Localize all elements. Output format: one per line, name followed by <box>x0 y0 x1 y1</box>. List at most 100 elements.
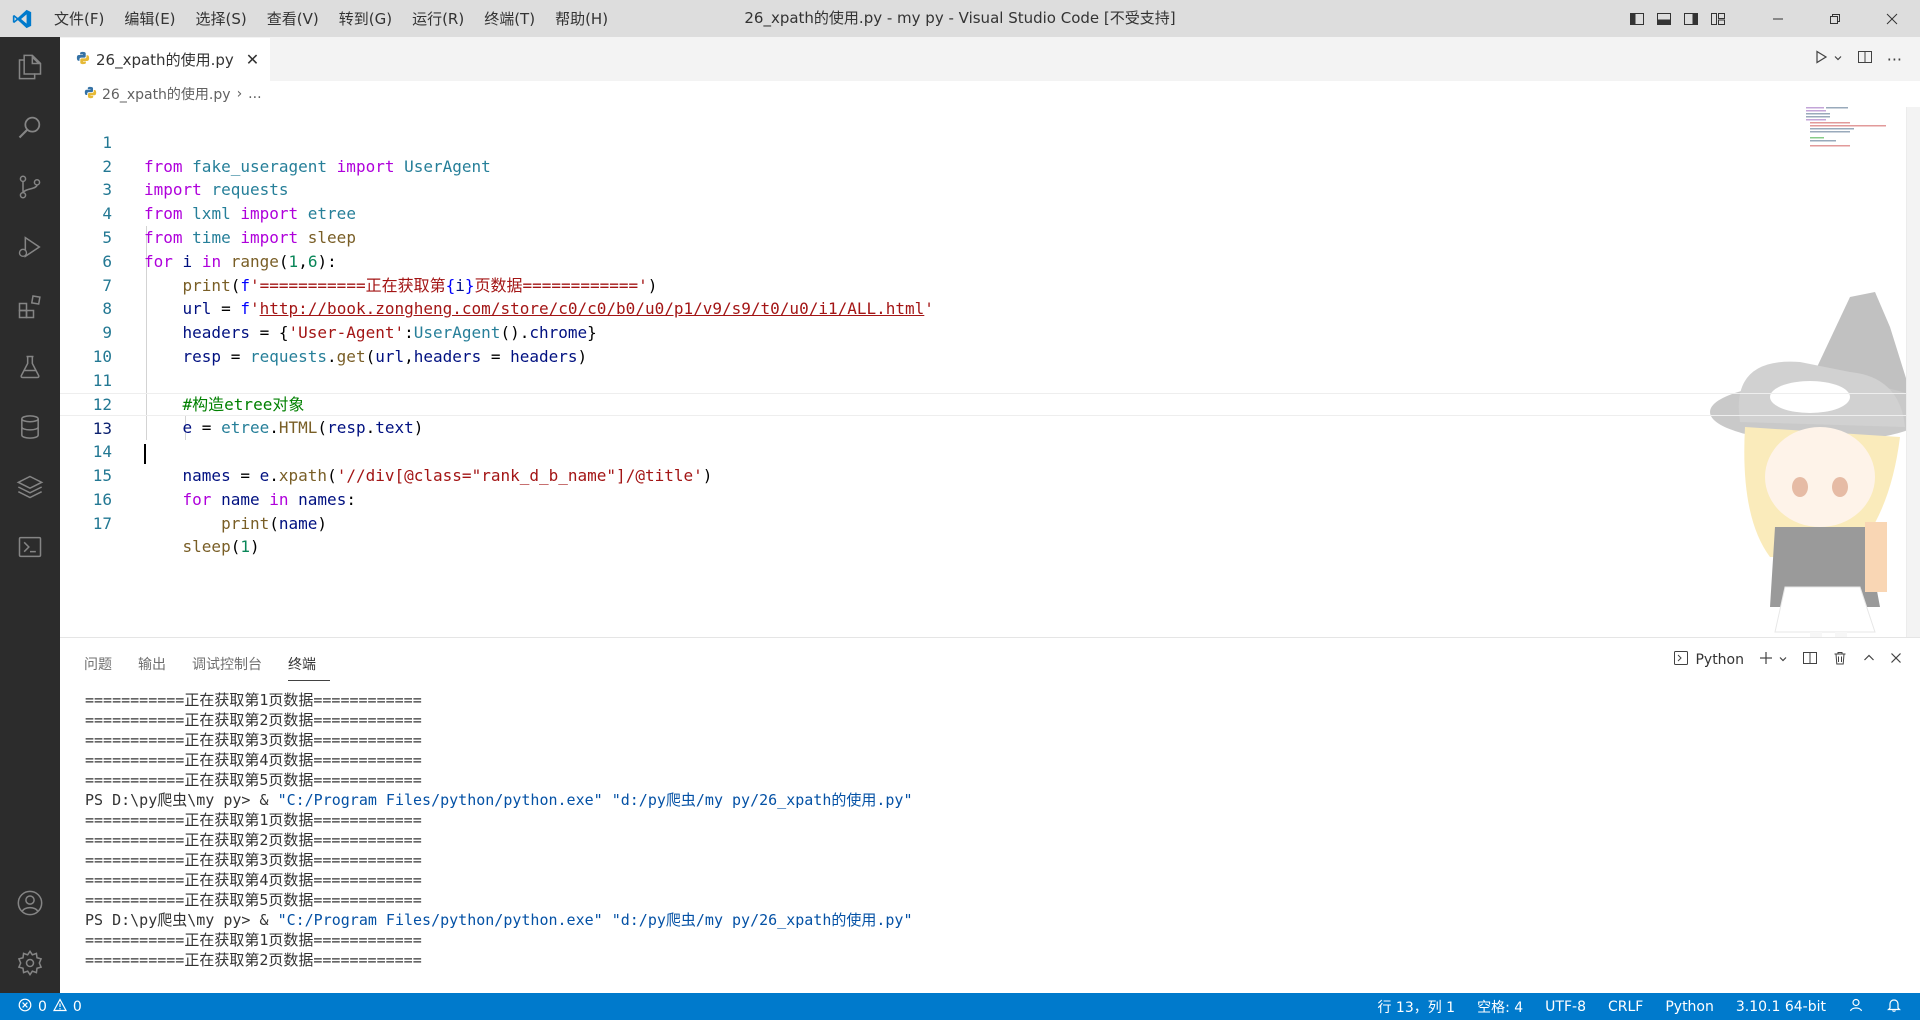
menu-view[interactable]: 查看(V) <box>257 6 329 32</box>
terminal-line: ===========正在获取第5页数据============ <box>85 771 422 789</box>
code-line[interactable]: 10 <box>60 321 1920 366</box>
editor-actions: ··· <box>1813 37 1902 81</box>
code-line[interactable]: 9 resp = requests.get(url,headers = head… <box>60 297 1920 366</box>
code-line[interactable]: 15 for name in names: <box>60 440 1920 509</box>
code-line[interactable]: 14 names = e.xpath('//div[@class="rank_d… <box>60 416 1920 485</box>
status-bar: 0 0 行 13，列 1 空格: 4 UTF-8 CRLF Python 3.1… <box>0 993 1920 1020</box>
terminal-icon <box>1673 650 1689 670</box>
explorer-icon[interactable] <box>0 37 60 97</box>
terminal-line: ===========正在获取第3页数据============ <box>85 731 422 749</box>
code-line[interactable]: 17 sleep(1) <box>60 488 1920 557</box>
extensions-icon[interactable] <box>0 277 60 337</box>
panel-actions: Python <box>1673 648 1902 672</box>
toggle-primary-sidebar-icon[interactable] <box>1623 0 1650 37</box>
breadcrumb-chevron-icon: › <box>236 86 243 102</box>
toggle-secondary-sidebar-icon[interactable] <box>1677 0 1704 37</box>
settings-gear-icon[interactable] <box>0 933 60 993</box>
window-title: 26_xpath的使用.py - my py - Visual Studio C… <box>744 9 1176 27</box>
code-line[interactable]: 1 from fake_useragent import UserAgent <box>60 107 1920 176</box>
menu-file[interactable]: 文件(F) <box>44 6 114 32</box>
breadcrumb-more[interactable]: ... <box>248 86 261 102</box>
terminal-line: ===========正在获取第2页数据============ <box>85 831 422 849</box>
code-line[interactable]: 6 print(f'===========正在获取第{i}页数据========… <box>60 226 1920 295</box>
terminal-line: ===========正在获取第2页数据============ <box>85 711 422 729</box>
breadcrumb: 26_xpath的使用.py › ... <box>84 83 262 105</box>
code-line[interactable]: 3 from lxml import etree <box>60 155 1920 223</box>
terminal-line: ===========正在获取第5页数据============ <box>85 891 422 909</box>
editor-tab-active[interactable]: 26_xpath的使用.py ✕ <box>60 37 270 81</box>
customize-layout-icon[interactable] <box>1704 0 1731 37</box>
powershell-icon[interactable] <box>0 517 60 577</box>
tab-terminal[interactable]: 终端 <box>288 648 330 681</box>
menu-run[interactable]: 运行(R) <box>402 6 474 32</box>
line-text: print(name) <box>221 513 328 533</box>
more-actions-icon[interactable]: ··· <box>1887 50 1902 69</box>
feedback-icon[interactable] <box>1848 997 1864 1017</box>
run-debug-icon[interactable] <box>0 217 60 277</box>
close-panel-icon[interactable] <box>1890 652 1902 668</box>
bottom-panel: 问题 输出 调试控制台 终端 Python ===========正在获取第1页… <box>60 637 1920 993</box>
activity-bar-bottom <box>0 873 60 993</box>
run-python-file-icon[interactable] <box>1813 49 1829 69</box>
menu-go[interactable]: 转到(G) <box>329 6 402 32</box>
minimap[interactable] <box>1806 107 1906 147</box>
close-window-button[interactable] <box>1863 0 1920 37</box>
database-icon[interactable] <box>0 397 60 457</box>
terminal-line: ===========正在获取第4页数据============ <box>85 751 422 769</box>
tab-label: 26_xpath的使用.py <box>96 51 234 69</box>
maximize-panel-chevron-up-icon[interactable] <box>1862 651 1876 669</box>
status-interpreter[interactable]: 3.10.1 64-bit <box>1736 999 1826 1015</box>
vscode-logo-icon[interactable] <box>0 0 44 37</box>
status-cursor-position[interactable]: 行 13，列 1 <box>1377 997 1455 1017</box>
tab-problems[interactable]: 问题 <box>84 648 126 681</box>
python-file-icon <box>84 86 97 103</box>
editor-scrollbar[interactable] <box>1906 107 1920 637</box>
status-indentation[interactable]: 空格: 4 <box>1477 997 1523 1017</box>
status-eol[interactable]: CRLF <box>1608 999 1643 1015</box>
status-encoding[interactable]: UTF-8 <box>1545 999 1586 1015</box>
notifications-bell-icon[interactable] <box>1886 997 1902 1017</box>
split-terminal-icon[interactable] <box>1802 650 1818 670</box>
code-line[interactable]: 12 e = etree.HTML(resp.text) <box>60 369 1920 438</box>
tab-output[interactable]: 输出 <box>138 648 180 681</box>
editor-tab-bar: 26_xpath的使用.py ✕ ··· <box>60 37 1920 81</box>
testing-flask-icon[interactable] <box>0 337 60 397</box>
warning-icon <box>52 997 67 1016</box>
terminal-output[interactable]: ===========正在获取第1页数据============ =======… <box>85 690 912 970</box>
split-editor-icon[interactable] <box>1857 49 1873 69</box>
run-dropdown-chevron-icon[interactable] <box>1833 51 1843 67</box>
status-right: 行 13，列 1 空格: 4 UTF-8 CRLF Python 3.10.1 … <box>1355 993 1902 1020</box>
kill-terminal-trash-icon[interactable] <box>1832 650 1848 670</box>
toggle-panel-icon[interactable] <box>1650 0 1677 37</box>
breadcrumb-file[interactable]: 26_xpath的使用.py <box>102 84 231 104</box>
status-language[interactable]: Python <box>1665 999 1714 1015</box>
code-line[interactable]: 5 for i in range(1,6): <box>60 202 1920 271</box>
minimize-button[interactable] <box>1749 0 1806 37</box>
code-line[interactable]: 2 import requests <box>60 131 1920 200</box>
code-line[interactable]: 8 headers = {'User-Agent':UserAgent().ch… <box>60 274 1920 342</box>
status-problems[interactable]: 0 0 <box>18 993 82 1020</box>
menu-edit[interactable]: 编辑(E) <box>114 6 185 32</box>
code-line-current[interactable]: 13 <box>60 392 1920 464</box>
restore-button[interactable] <box>1806 0 1863 37</box>
terminal-prompt-line: PS D:\py爬虫\my py> & "C:/Program Files/py… <box>85 791 913 809</box>
menu-help[interactable]: 帮助(H) <box>545 6 618 32</box>
tab-debug-console[interactable]: 调试控制台 <box>192 648 276 681</box>
line-number: 17 <box>92 513 112 533</box>
terminal-dropdown-chevron-icon[interactable] <box>1778 652 1788 668</box>
terminal-name[interactable]: Python <box>1695 652 1744 668</box>
new-terminal-icon[interactable] <box>1758 650 1774 670</box>
terminal-line: ===========正在获取第2页数据============ <box>85 951 422 969</box>
code-line[interactable]: 16 print(name) <box>60 464 1920 533</box>
accounts-icon[interactable] <box>0 873 60 933</box>
code-line[interactable]: 11 #构造etree对象 <box>60 345 1920 414</box>
close-tab-icon[interactable]: ✕ <box>246 50 259 69</box>
python-file-icon <box>76 51 90 69</box>
menu-terminal[interactable]: 终端(T) <box>474 6 545 32</box>
search-icon[interactable] <box>0 97 60 157</box>
code-line[interactable]: 7 url = f'http://book.zongheng.com/store… <box>60 250 1920 319</box>
source-control-icon[interactable] <box>0 157 60 217</box>
layers-icon[interactable] <box>0 457 60 517</box>
code-line[interactable]: 4 from time import sleep <box>60 178 1920 247</box>
menu-selection[interactable]: 选择(S) <box>186 6 257 32</box>
